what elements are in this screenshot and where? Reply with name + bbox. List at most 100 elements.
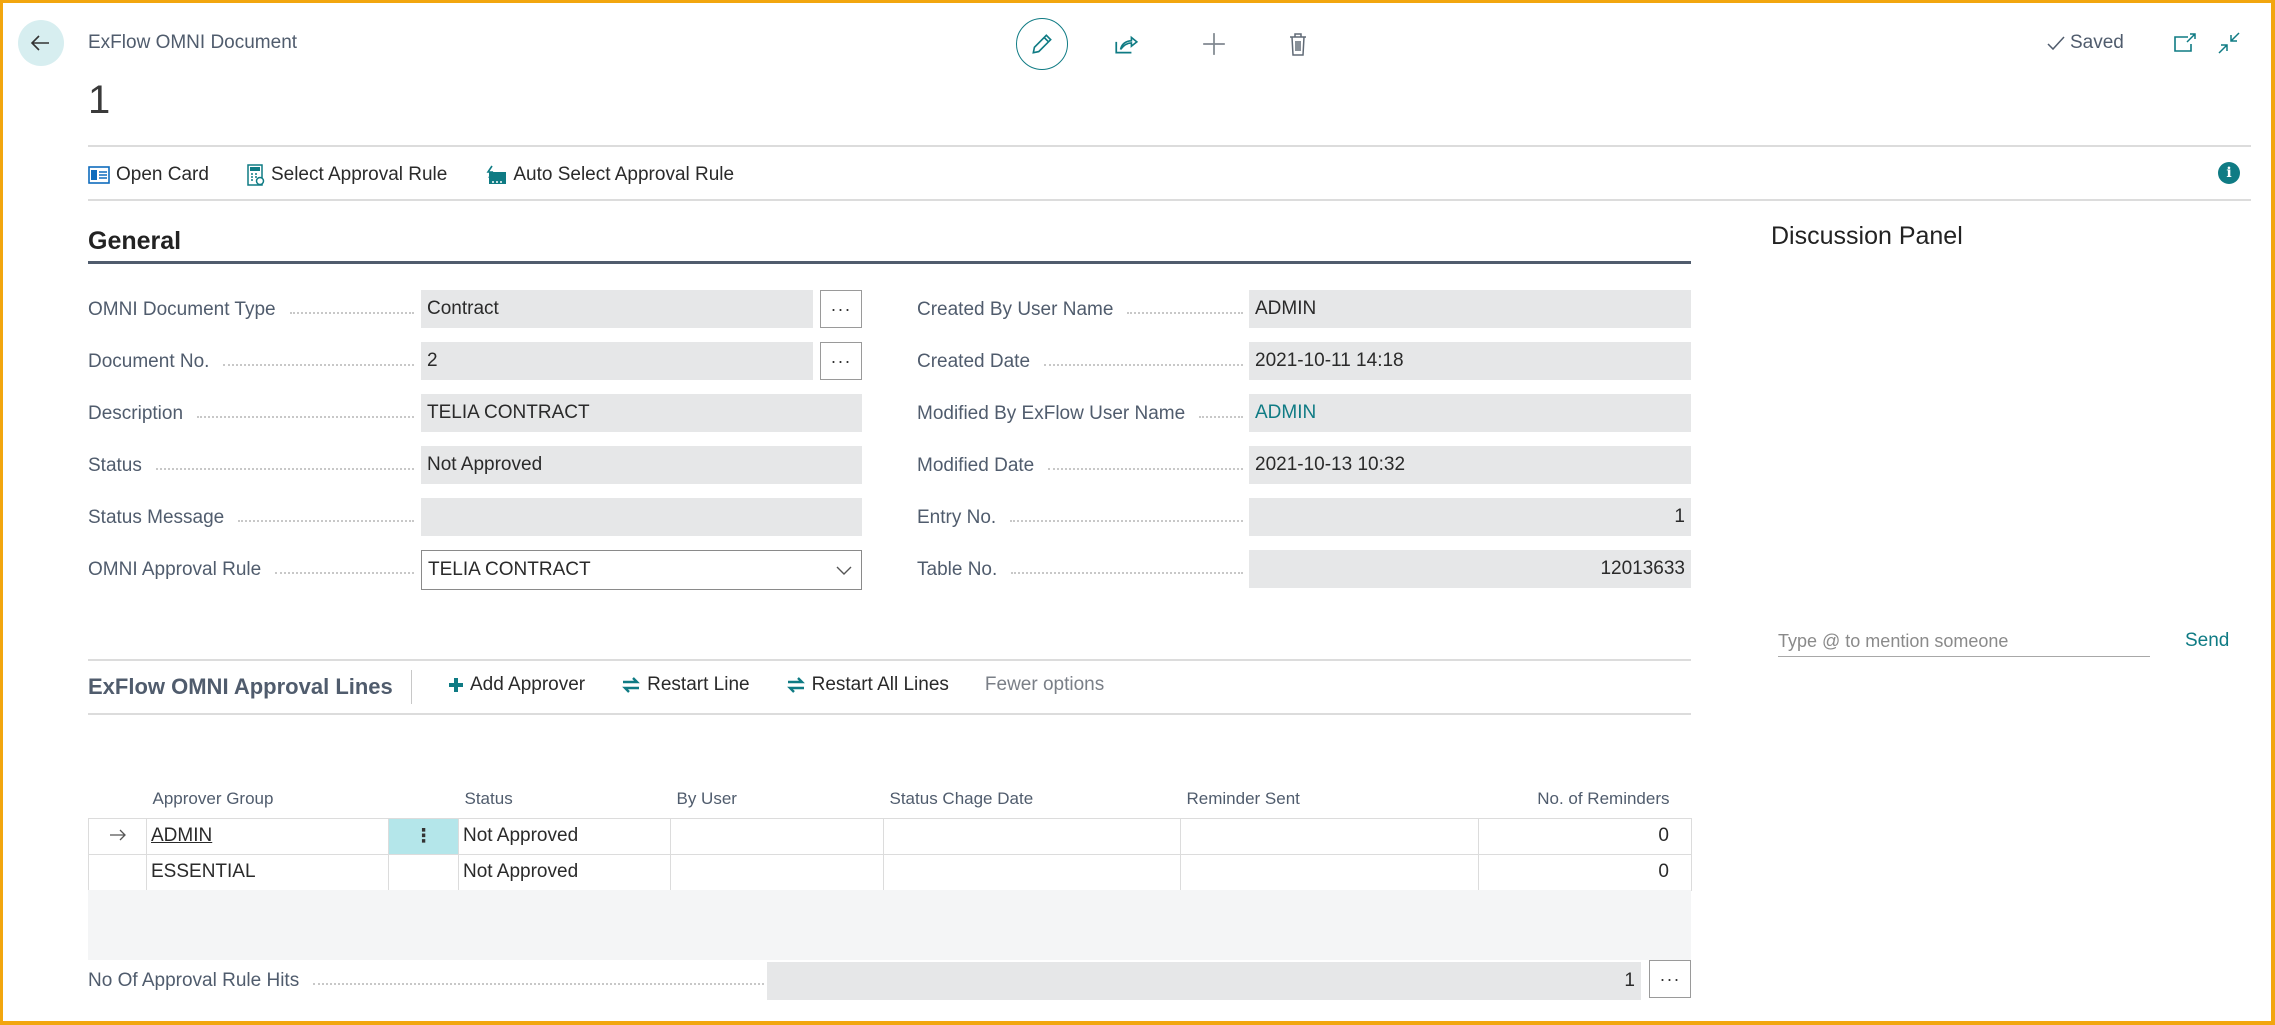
collapse-button[interactable] — [2214, 28, 2244, 58]
column-header-no-of-reminders[interactable]: No. of Reminders — [1479, 780, 1692, 818]
column-header-actions — [389, 780, 459, 818]
field-label-approval-rule-hits: No Of Approval Rule Hits — [88, 962, 768, 1000]
back-arrow-icon — [30, 35, 49, 51]
auto-select-approval-rule-label: Auto Select Approval Rule — [513, 164, 735, 185]
row-actions-button[interactable]: ⋮ — [388, 817, 459, 855]
field-label-created-by: Created By User Name — [917, 291, 1247, 329]
approval-lines-actions: Add Approver Restart Line Restart All Li… — [448, 674, 1104, 696]
approval-rule-hits-lookup-button[interactable]: ··· — [1649, 960, 1691, 998]
approval-lines-title: ExFlow OMNI Approval Lines — [88, 674, 393, 699]
label-text: Document No. — [88, 351, 210, 372]
label-text: OMNI Document Type — [88, 299, 276, 320]
document-no-lookup-button[interactable]: ··· — [820, 342, 862, 380]
leader-dots — [1044, 364, 1243, 366]
add-approver-button[interactable]: Add Approver — [448, 674, 585, 696]
header-divider — [88, 145, 2251, 147]
share-icon — [1115, 35, 1139, 54]
label-text: Created By User Name — [917, 299, 1114, 320]
leader-dots — [197, 416, 414, 418]
leader-dots — [1011, 572, 1243, 574]
document-no-field[interactable]: 2 — [421, 342, 813, 380]
action-bar-divider — [88, 199, 2251, 201]
action-bar: Open Card Select Approval Rule Auto Sele… — [88, 160, 734, 190]
field-label-modified-date: Modified Date — [917, 447, 1247, 485]
label-text: Entry No. — [917, 507, 997, 528]
add-approver-label: Add Approver — [470, 674, 586, 695]
delete-button[interactable] — [1280, 26, 1316, 62]
arrow-right-icon — [109, 829, 126, 841]
share-button[interactable] — [1108, 26, 1144, 62]
restart-icon — [786, 677, 805, 693]
auto-rule-icon — [486, 165, 507, 184]
omni-approval-rule-dropdown[interactable]: TELIA CONTRACT — [421, 550, 862, 590]
select-approval-rule-action[interactable]: Select Approval Rule — [247, 164, 447, 186]
table-row[interactable]: ESSENTIAL Not Approved 0 — [88, 853, 1692, 891]
label-text: Modified By ExFlow User Name — [917, 403, 1186, 424]
approval-rule-hits-field: 1 — [767, 962, 1641, 1000]
fewer-options-button[interactable]: Fewer options — [985, 674, 1104, 696]
label-text: No Of Approval Rule Hits — [88, 970, 300, 991]
created-by-field: ADMIN — [1249, 290, 1691, 328]
edit-button[interactable] — [1016, 18, 1068, 70]
select-approval-rule-label: Select Approval Rule — [270, 164, 448, 185]
open-new-window-button[interactable] — [2170, 28, 2200, 58]
discussion-panel-title: Discussion Panel — [1771, 222, 1963, 250]
no-of-reminders-cell: 0 — [1478, 817, 1692, 855]
restart-all-lines-button[interactable]: Restart All Lines — [786, 674, 949, 696]
chevron-down-icon — [836, 566, 852, 575]
subpage-top-divider — [88, 659, 1691, 661]
open-card-action[interactable]: Open Card — [88, 164, 209, 186]
label-text: Description — [88, 403, 184, 424]
by-user-cell — [670, 853, 884, 891]
approver-group-cell[interactable]: ADMIN — [146, 817, 389, 855]
omni-document-type-field[interactable]: Contract — [421, 290, 813, 328]
field-label-created-date: Created Date — [917, 343, 1247, 381]
label-text: Modified Date — [917, 455, 1035, 476]
column-header-reminder-sent[interactable]: Reminder Sent — [1181, 780, 1479, 818]
leader-dots — [223, 364, 414, 366]
approver-group-cell[interactable]: ESSENTIAL — [146, 853, 389, 891]
column-header-status-change-date[interactable]: Status Chage Date — [884, 780, 1181, 818]
description-field[interactable]: TELIA CONTRACT — [421, 394, 862, 432]
status-cell: Not Approved — [458, 817, 671, 855]
auto-select-approval-rule-action[interactable]: Auto Select Approval Rule — [485, 164, 734, 186]
collapse-icon — [2218, 32, 2240, 54]
column-header-approver-group[interactable]: Approver Group — [147, 780, 389, 818]
popout-icon — [2174, 33, 2196, 52]
table-header-row: Approver Group Status By User Status Cha… — [89, 780, 1692, 818]
send-button[interactable]: Send — [2185, 630, 2229, 652]
plus-icon — [1203, 33, 1225, 55]
field-label-omni-approval-rule: OMNI Approval Rule — [88, 551, 418, 589]
checkmark-icon — [2047, 36, 2065, 51]
leader-dots — [1010, 520, 1243, 522]
calculator-icon — [247, 164, 265, 186]
column-header-status[interactable]: Status — [459, 780, 671, 818]
leader-dots — [155, 468, 414, 470]
status-field: Not Approved — [421, 446, 862, 484]
card-icon — [88, 166, 110, 184]
info-icon[interactable]: i — [2218, 162, 2240, 184]
column-header-by-user[interactable]: By User — [671, 780, 884, 818]
restart-line-label: Restart Line — [647, 674, 750, 695]
omni-document-type-lookup-button[interactable]: ··· — [820, 290, 862, 328]
restart-icon — [622, 677, 641, 693]
pencil-icon — [1032, 34, 1052, 54]
status-change-date-cell — [883, 853, 1181, 891]
mention-input[interactable] — [1778, 627, 2150, 657]
row-actions-cell[interactable] — [388, 853, 459, 891]
table-row[interactable]: ADMIN ⋮ Not Approved 0 — [88, 817, 1692, 855]
new-button[interactable] — [1196, 26, 1232, 62]
leader-dots — [275, 572, 414, 574]
leader-dots — [313, 983, 764, 985]
restart-line-button[interactable]: Restart Line — [621, 674, 750, 696]
modified-by-field[interactable]: ADMIN — [1249, 394, 1691, 432]
label-text: Status Message — [88, 507, 225, 528]
modified-date-field: 2021-10-13 10:32 — [1249, 446, 1691, 484]
back-button[interactable] — [18, 20, 64, 66]
label-text: OMNI Approval Rule — [88, 559, 262, 580]
trash-icon — [1290, 33, 1306, 56]
leader-dots — [289, 312, 414, 314]
plus-icon — [449, 678, 463, 692]
status-message-field — [421, 498, 862, 536]
page-caption: ExFlow OMNI Document — [88, 32, 298, 53]
